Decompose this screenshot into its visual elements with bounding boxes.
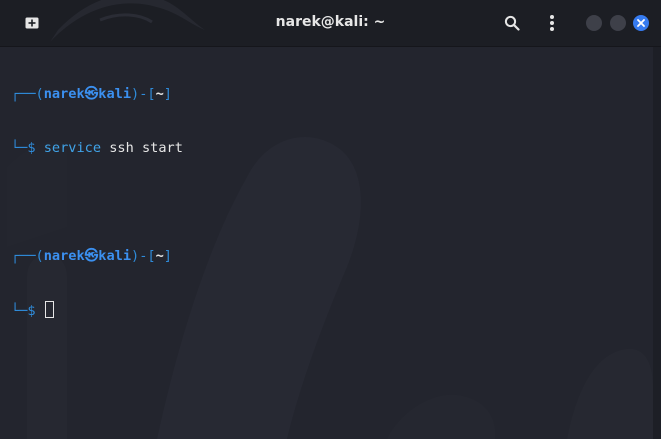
title-bar[interactable]: narek@kali: ~ — [0, 0, 661, 47]
menu-button[interactable] — [539, 10, 565, 36]
terminal-text: ┌──(narek㉿kali)-[~] └─$ service ssh star… — [11, 49, 183, 355]
command-args: ssh start — [109, 140, 183, 156]
close-button[interactable] — [633, 15, 649, 31]
prompt-host: kali — [98, 86, 132, 102]
command-line: └─$ service ssh start — [11, 139, 183, 157]
prompt-corner: └─ — [11, 303, 28, 319]
prompt-box-mid: )-[ — [131, 248, 156, 264]
prompt-corner: └─ — [11, 140, 28, 156]
prompt-cwd: ~ — [155, 248, 164, 264]
maximize-button[interactable] — [610, 15, 626, 31]
prompt-box-close: ] — [163, 248, 172, 264]
prompt-box-open: ┌──( — [11, 248, 44, 264]
scrollbar-track[interactable] — [653, 47, 661, 439]
prompt-user: narek — [43, 248, 85, 264]
minimize-button[interactable] — [586, 15, 602, 31]
prompt-box-open: ┌──( — [11, 86, 44, 102]
kebab-menu-icon — [550, 15, 554, 31]
command-name: service — [43, 140, 102, 156]
prompt-box-mid: )-[ — [131, 86, 156, 102]
search-icon — [504, 15, 520, 31]
prompt-cwd: ~ — [155, 86, 164, 102]
prompt-line-top: ┌──(narek㉿kali)-[~] — [11, 85, 183, 103]
active-input-line[interactable]: └─$ — [11, 301, 183, 319]
terminal-output-area[interactable]: ┌──(narek㉿kali)-[~] └─$ service ssh star… — [7, 47, 653, 439]
prompt-at-symbol: ㉿ — [84, 86, 99, 102]
prompt-at-symbol: ㉿ — [84, 248, 99, 264]
prompt-user: narek — [43, 86, 85, 102]
search-button[interactable] — [499, 10, 525, 36]
prompt-host: kali — [98, 248, 132, 264]
prompt-box-close: ] — [163, 86, 172, 102]
terminal-window: narek@kali: ~ ┌──(narek㉿kali)-[~] └─$ se… — [0, 0, 661, 439]
close-icon — [637, 19, 645, 27]
prompt-dollar: $ — [27, 303, 36, 319]
prompt-line-top-2: ┌──(narek㉿kali)-[~] — [11, 247, 183, 265]
prompt-dollar: $ — [27, 140, 36, 156]
text-cursor — [44, 301, 54, 318]
